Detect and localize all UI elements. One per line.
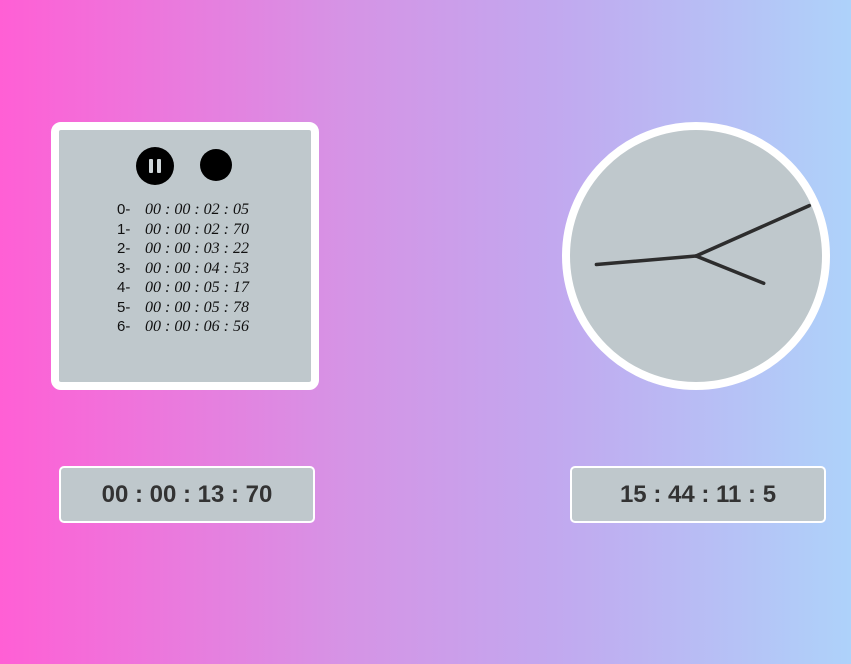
pause-button[interactable] (136, 147, 174, 185)
lap-list: 0- 00 : 00 : 02 : 05 1- 00 : 00 : 02 : 70 … (117, 200, 249, 337)
lap-index: 3- (117, 259, 131, 277)
lap-time: 00 : 00 : 05 : 17 (145, 279, 249, 296)
analog-clock (562, 122, 830, 390)
pause-icon-bar (157, 159, 161, 173)
lap-item: 3- 00 : 00 : 04 : 53 (117, 259, 249, 279)
lap-index: 6- (117, 318, 131, 335)
lap-time: 00 : 00 : 02 : 70 (145, 220, 249, 238)
lap-item: 0- 00 : 00 : 02 : 05 (117, 200, 249, 220)
lap-index: 0- (117, 201, 131, 218)
stopwatch-display: 00 : 00 : 13 : 70 (59, 466, 315, 523)
lap-index: 2- (117, 240, 131, 257)
lap-time: 00 : 00 : 05 : 78 (145, 298, 249, 316)
lap-item: 4- 00 : 00 : 05 : 17 (117, 278, 249, 298)
pause-icon (149, 159, 153, 173)
lap-time: 00 : 00 : 06 : 56 (145, 318, 249, 335)
lap-time: 00 : 00 : 03 : 22 (145, 240, 249, 257)
lap-index: 5- (117, 298, 131, 316)
lap-time: 00 : 00 : 02 : 05 (145, 201, 249, 218)
lap-item: 6- 00 : 00 : 06 : 56 (117, 317, 249, 337)
lap-index: 4- (117, 279, 131, 296)
lap-item: 5- 00 : 00 : 05 : 78 (117, 298, 249, 318)
lap-time: 00 : 00 : 04 : 53 (145, 259, 249, 277)
minute-hand (594, 254, 698, 267)
lap-item: 2- 00 : 00 : 03 : 22 (117, 239, 249, 259)
stopwatch-panel: 0- 00 : 00 : 02 : 05 1- 00 : 00 : 02 : 70 … (51, 122, 319, 390)
lap-index: 1- (117, 220, 131, 238)
lap-item: 1- 00 : 00 : 02 : 70 (117, 220, 249, 240)
stopwatch-controls (59, 143, 311, 185)
stop-button[interactable] (200, 149, 232, 181)
clock-time-display: 15 : 44 : 11 : 5 (570, 466, 826, 523)
hour-hand (694, 254, 766, 286)
second-hand (694, 203, 812, 258)
clock-face (594, 203, 812, 286)
